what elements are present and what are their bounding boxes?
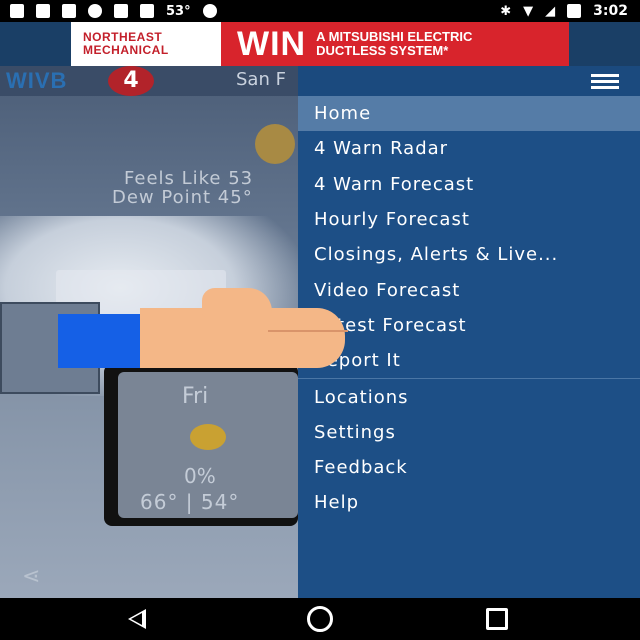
signal-icon: ◢ [545,3,556,19]
hand-thumb [202,288,272,318]
recent-apps-icon[interactable] [486,606,512,632]
android-icon [202,4,217,18]
ad-headline: WIN [237,24,307,63]
drawer-header [298,66,640,96]
station-logo-number: 4 [108,66,154,96]
message-icon [36,4,50,18]
person-icon [10,4,24,18]
menu-item-closings-alerts[interactable]: Closings, Alerts & Live... [298,237,640,272]
ad-brand: NORTHEAST MECHANICAL [71,22,221,66]
hand-cuff [58,314,140,368]
high-low-temp: 66° | 54° [140,490,240,514]
precip-chance: 0% [184,464,216,488]
facebook-icon [62,4,76,18]
dew-point-text: Dew Point 45° [112,187,253,208]
pointing-hand-overlay [58,288,358,370]
menu-item-4-warn-radar[interactable]: 4 Warn Radar [298,131,640,166]
moon-icon [255,124,295,164]
daily-forecast-card[interactable]: Fri 0% 66° | 54° [104,364,298,526]
menu-item-4-warn-forecast[interactable]: 4 Warn Forecast [298,167,640,202]
wifi-icon: ▼ [523,3,534,19]
share-icon[interactable]: ⋖ [22,564,56,590]
voicemail-icon [114,4,128,18]
menu-item-help[interactable]: Help [298,485,640,520]
battery-icon [567,4,582,18]
menu-item-locations[interactable]: Locations [298,379,640,414]
back-icon[interactable] [128,606,154,632]
status-temperature: 53° [166,3,191,19]
hamburger-menu-icon[interactable] [591,74,619,89]
ad-sub-line2: DUCTLESS SYSTEM* [316,43,449,58]
city-name[interactable]: San F [236,69,286,90]
forecast-day: Fri [182,384,209,409]
system-navigation-bar [0,598,640,640]
lock-icon [140,4,154,18]
station-logo: WIVB [6,68,68,93]
ad-banner[interactable]: NORTHEAST MECHANICAL WIN A MITSUBISHI EL… [71,22,569,66]
menu-item-home[interactable]: Home [298,96,640,132]
menu-item-feedback[interactable]: Feedback [298,450,640,485]
status-bar: 53° ✱ ▼ ◢ 3:02 [0,0,640,22]
hand-finger-line [268,330,348,332]
status-time: 3:02 [593,3,628,19]
home-icon[interactable] [307,606,333,632]
daily-forecast-card-inner: Fri 0% 66° | 54° [118,372,298,518]
ad-sub-line1: A MITSUBISHI ELECTRIC [316,29,473,44]
sunny-icon [190,424,226,450]
ad-subtext: A MITSUBISHI ELECTRIC DUCTLESS SYSTEM* [306,30,472,58]
ad-banner-area: NORTHEAST MECHANICAL WIN A MITSUBISHI EL… [0,22,640,66]
menu-item-settings[interactable]: Settings [298,415,640,450]
ad-brand-line2: MECHANICAL [83,43,169,57]
data-saver-icon [88,4,102,18]
menu-item-hourly-forecast[interactable]: Hourly Forecast [298,202,640,237]
bluetooth-icon: ✱ [500,3,512,19]
feels-like-text: Feels Like 53 [124,168,254,189]
